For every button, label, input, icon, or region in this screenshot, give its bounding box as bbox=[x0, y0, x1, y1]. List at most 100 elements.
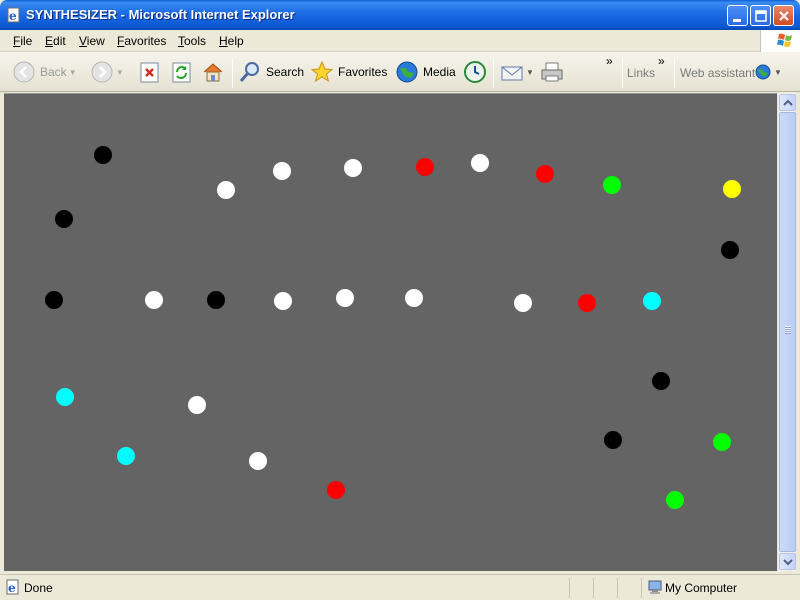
close-icon bbox=[779, 11, 789, 21]
favorites-button[interactable]: Favorites bbox=[310, 59, 387, 85]
stop-icon bbox=[140, 62, 159, 83]
mail-button[interactable]: ▼ bbox=[500, 59, 534, 85]
black-dot[interactable] bbox=[55, 210, 73, 228]
menu-file[interactable]: File bbox=[13, 34, 32, 48]
back-button[interactable]: Back ▼ bbox=[12, 59, 77, 85]
status-bar: e Done My Computer bbox=[0, 574, 800, 600]
refresh-icon bbox=[172, 62, 191, 83]
green-dot[interactable] bbox=[603, 176, 621, 194]
menu-edit[interactable]: Edit bbox=[45, 34, 66, 48]
globe-icon bbox=[755, 64, 771, 80]
print-button[interactable] bbox=[540, 59, 564, 85]
media-button[interactable]: Media bbox=[395, 59, 456, 85]
page-content[interactable] bbox=[4, 93, 777, 571]
forward-button[interactable]: ▼ bbox=[90, 59, 124, 85]
stop-button[interactable] bbox=[139, 59, 161, 85]
white-dot[interactable] bbox=[188, 396, 206, 414]
toolbar-separator bbox=[232, 58, 233, 88]
scroll-up-arrow-icon bbox=[783, 99, 793, 106]
mail-icon bbox=[501, 66, 523, 81]
black-dot[interactable] bbox=[652, 372, 670, 390]
red-dot[interactable] bbox=[327, 481, 345, 499]
computer-icon bbox=[648, 580, 662, 594]
search-icon bbox=[239, 62, 259, 82]
scroll-grip-icon bbox=[785, 326, 791, 334]
standard-toolbar: Back ▼ ▼ Search Favorites Media ▼ » Link… bbox=[0, 52, 800, 92]
ie-page-icon: e bbox=[6, 7, 22, 23]
menu-view[interactable]: View bbox=[79, 34, 105, 48]
white-dot[interactable] bbox=[336, 289, 354, 307]
black-dot[interactable] bbox=[94, 146, 112, 164]
forward-dropdown-icon: ▼ bbox=[116, 67, 124, 77]
windows-flag-icon bbox=[777, 33, 792, 47]
web-assistant-button[interactable]: ▼ bbox=[754, 59, 782, 85]
black-dot[interactable] bbox=[207, 291, 225, 309]
cyan-dot[interactable] bbox=[643, 292, 661, 310]
white-dot[interactable] bbox=[405, 289, 423, 307]
yellow-dot[interactable] bbox=[723, 180, 741, 198]
green-dot[interactable] bbox=[666, 491, 684, 509]
cyan-dot[interactable] bbox=[117, 447, 135, 465]
synthesizer-canvas[interactable] bbox=[4, 94, 777, 571]
white-dot[interactable] bbox=[145, 291, 163, 309]
back-arrow-icon bbox=[13, 61, 35, 83]
white-dot[interactable] bbox=[344, 159, 362, 177]
status-cell bbox=[617, 578, 618, 598]
menu-help[interactable]: Help bbox=[219, 34, 244, 48]
red-dot[interactable] bbox=[578, 294, 596, 312]
red-dot[interactable] bbox=[416, 158, 434, 176]
white-dot[interactable] bbox=[249, 452, 267, 470]
links-label[interactable]: Links bbox=[627, 66, 655, 80]
globe-media-icon bbox=[396, 61, 418, 83]
scroll-thumb[interactable] bbox=[779, 112, 796, 552]
links-overflow-chevron[interactable]: » bbox=[658, 54, 665, 68]
page-done-icon: e bbox=[6, 579, 19, 595]
svg-text:e: e bbox=[8, 581, 16, 595]
toolbar-separator bbox=[493, 58, 494, 88]
toolbar-separator bbox=[674, 58, 675, 88]
status-text: Done bbox=[24, 581, 53, 595]
history-button[interactable] bbox=[463, 59, 487, 85]
menu-favorites[interactable]: Favorites bbox=[117, 34, 166, 48]
black-dot[interactable] bbox=[604, 431, 622, 449]
black-dot[interactable] bbox=[45, 291, 63, 309]
white-dot[interactable] bbox=[471, 154, 489, 172]
minimize-icon bbox=[733, 19, 741, 22]
maximize-icon bbox=[755, 10, 767, 22]
green-dot[interactable] bbox=[713, 433, 731, 451]
cyan-dot[interactable] bbox=[56, 388, 74, 406]
mail-dropdown-icon: ▼ bbox=[526, 67, 534, 77]
search-button[interactable]: Search bbox=[238, 59, 304, 85]
menu-tools[interactable]: Tools bbox=[178, 34, 206, 48]
maximize-button[interactable] bbox=[750, 5, 771, 26]
status-cell bbox=[569, 578, 570, 598]
white-dot[interactable] bbox=[273, 162, 291, 180]
forward-arrow-icon bbox=[91, 61, 113, 83]
security-zone: My Computer bbox=[665, 581, 738, 595]
printer-icon bbox=[541, 62, 563, 82]
white-dot[interactable] bbox=[514, 294, 532, 312]
refresh-button[interactable] bbox=[171, 59, 193, 85]
status-zone-cell bbox=[641, 578, 642, 598]
minimize-button[interactable] bbox=[727, 5, 748, 26]
toolbar-overflow-chevron[interactable]: » bbox=[606, 54, 613, 68]
scroll-up-button[interactable] bbox=[779, 94, 796, 111]
star-icon bbox=[310, 60, 334, 83]
red-dot[interactable] bbox=[536, 165, 554, 183]
close-button[interactable] bbox=[773, 5, 794, 26]
white-dot[interactable] bbox=[274, 292, 292, 310]
scroll-down-arrow-icon bbox=[783, 559, 793, 566]
window-title: SYNTHESIZER - Microsoft Internet Explore… bbox=[26, 7, 295, 22]
vertical-scrollbar[interactable] bbox=[777, 93, 796, 571]
svg-text:e: e bbox=[9, 9, 17, 23]
white-dot[interactable] bbox=[217, 181, 235, 199]
web-assistant-dropdown-icon: ▼ bbox=[774, 67, 782, 77]
history-icon bbox=[464, 61, 486, 83]
web-assistant-label[interactable]: Web assistant bbox=[680, 66, 755, 80]
home-button[interactable] bbox=[201, 59, 225, 85]
windows-logo bbox=[760, 30, 800, 52]
home-icon bbox=[203, 63, 223, 82]
scroll-down-button[interactable] bbox=[779, 553, 796, 570]
black-dot[interactable] bbox=[721, 241, 739, 259]
title-bar[interactable]: e SYNTHESIZER - Microsoft Internet Explo… bbox=[0, 0, 800, 30]
